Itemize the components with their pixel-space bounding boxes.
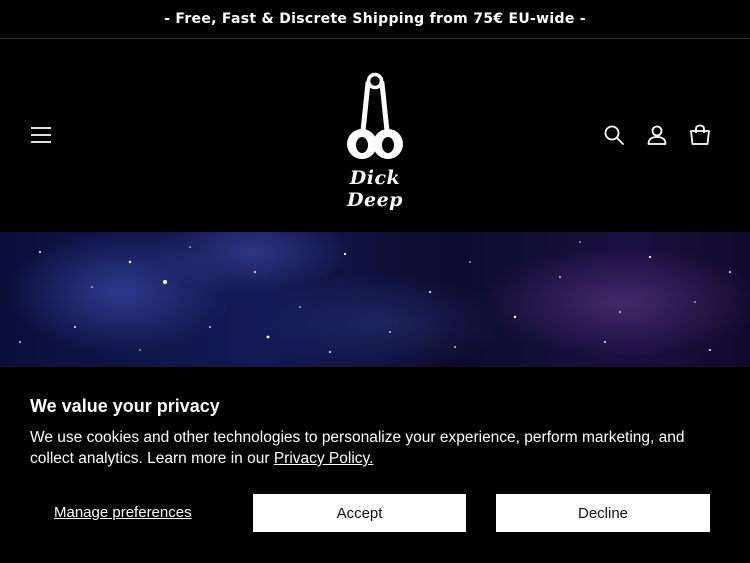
consent-title: We value your privacy [30,396,220,416]
hamburger-menu-icon [31,127,51,143]
announcement-text: - Free, Fast & Discrete Shipping from 75… [164,11,586,27]
manage-preferences-link[interactable]: Manage preferences [54,504,192,521]
decline-button[interactable]: Decline [496,494,710,532]
site-header: Dick Deep [0,39,750,232]
privacy-policy-link[interactable]: Privacy Policy. [274,450,374,467]
announcement-bar: - Free, Fast & Discrete Shipping from 75… [0,0,750,39]
consent-description: We use cookies and other technologies to… [30,427,730,469]
search-button[interactable] [594,115,634,155]
account-button[interactable] [637,115,677,155]
menu-button[interactable] [21,115,61,155]
account-icon [647,125,667,145]
brand-name: Dick Deep [347,167,403,211]
cart-button[interactable] [680,115,720,155]
starfield-image [19,241,731,353]
cookie-consent-banner: We value your privacy We use cookies and… [0,367,750,563]
search-icon [604,125,624,145]
hero-banner-image [0,232,750,367]
accept-button[interactable]: Accept [253,494,466,532]
cart-icon [690,124,710,145]
